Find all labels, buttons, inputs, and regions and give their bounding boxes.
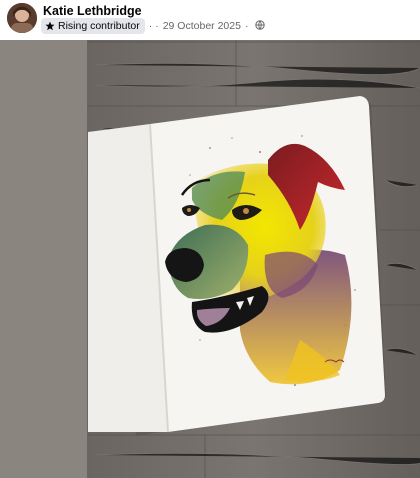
avatar[interactable] [7, 3, 37, 33]
globe-icon [255, 19, 266, 33]
post-meta: Rising contributor · · 29 October 2025 · [41, 18, 266, 34]
author-name[interactable]: Katie Lethbridge [43, 4, 142, 18]
separator: · [155, 20, 159, 32]
post-photo[interactable] [0, 40, 420, 478]
post-date[interactable]: 29 October 2025 [163, 20, 241, 32]
watercolor-dog-sketchbook-image [0, 40, 420, 478]
separator: · [244, 20, 249, 32]
rising-contributor-badge[interactable]: Rising contributor [41, 18, 145, 34]
separator: · [148, 20, 153, 32]
badge-label: Rising contributor [58, 20, 140, 32]
post-header: Katie Lethbridge Rising contributor · · … [0, 0, 420, 40]
star-icon [45, 21, 55, 31]
background-panel [0, 40, 87, 478]
